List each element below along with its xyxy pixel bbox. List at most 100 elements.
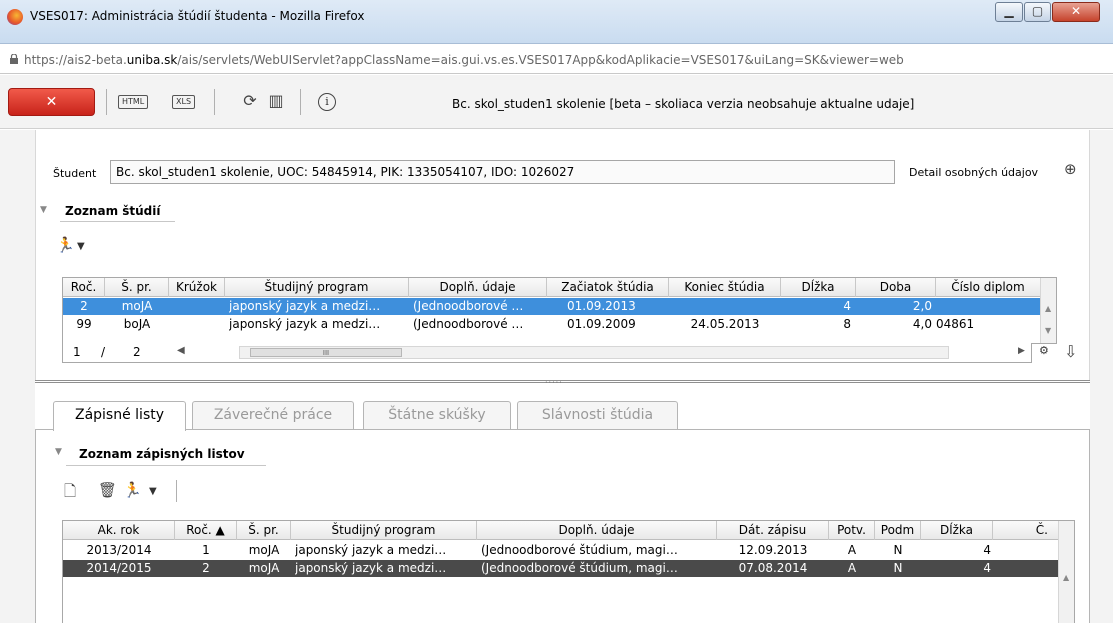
col-header[interactable]: Ak. rok xyxy=(63,521,175,540)
maximize-icon: ▢ xyxy=(1031,4,1044,18)
col-header[interactable]: Študijný program xyxy=(291,521,477,540)
table-row[interactable]: 2014/2015 2 moJA japonský jazyk a medzi…… xyxy=(63,560,1058,577)
window-title: VSES017: Administrácia štúdií študenta -… xyxy=(30,9,365,23)
run-action-icon[interactable]: 🏃 xyxy=(123,481,142,499)
tab-slavnosti-studia[interactable]: Slávnosti štúdia xyxy=(517,401,678,429)
table-header: Roč. Š. pr. Krúžok Študijný program Dopl… xyxy=(63,278,1040,297)
toolbar-separator xyxy=(106,89,107,115)
cell-extra: (Jednoodborové … xyxy=(413,317,524,331)
tab-statne-skusky[interactable]: Štátne skúšky xyxy=(363,401,511,429)
cell-end: 24.05.2013 xyxy=(690,317,760,331)
run-action-icon[interactable]: 🏃 xyxy=(56,236,75,254)
cell-extra: (Jednoodborové štúdium, magi… xyxy=(481,543,678,557)
maximize-button[interactable]: ▢ xyxy=(1024,2,1051,22)
col-header[interactable]: Š. pr. xyxy=(237,521,291,540)
cell-start: 01.09.2013 xyxy=(567,299,636,313)
trash-icon[interactable]: 🗑 xyxy=(98,481,117,499)
frame-right xyxy=(1090,130,1113,623)
col-header[interactable]: Študijný program xyxy=(225,278,409,297)
export-xls-button[interactable]: XLS xyxy=(172,95,196,109)
scroll-up-icon[interactable]: ▲ xyxy=(1063,573,1069,582)
url-domain: uniba.sk xyxy=(126,53,178,67)
vertical-scrollbar[interactable]: ▲ ▼ xyxy=(1040,278,1056,343)
minimize-button[interactable]: ▁ xyxy=(995,2,1023,22)
scroll-up-icon[interactable]: ▲ xyxy=(1045,304,1051,313)
info-icon[interactable]: i xyxy=(318,93,336,111)
window-close-button[interactable]: ✕ xyxy=(1052,2,1100,22)
zoom-in-icon[interactable]: ⊕ xyxy=(1064,160,1077,178)
student-field[interactable]: Bc. skol_studen1 skolenie, UOC: 54845914… xyxy=(110,160,895,184)
add-document-icon[interactable]: 🗋 xyxy=(64,481,76,506)
col-header[interactable]: Č. xyxy=(993,521,1058,540)
frame-left xyxy=(0,130,35,623)
enrollment-table: Ak. rok Roč. ▲ Š. pr. Študijný program D… xyxy=(62,520,1075,623)
table-row[interactable]: 2 moJA japonský jazyk a medzi… (Jednoodb… xyxy=(63,298,1040,315)
splitter-grip-icon[interactable]: ····· xyxy=(545,378,563,387)
cell-roc: 2 xyxy=(80,299,88,313)
scroll-right-icon[interactable]: ▶ xyxy=(1018,346,1025,356)
tab-zapisne-listy[interactable]: Zápisné listy xyxy=(53,401,186,431)
refresh-icon[interactable]: ⟳ xyxy=(240,91,260,111)
cell-roc: 2 xyxy=(202,561,210,575)
collapse-triangle-icon[interactable]: ▼ xyxy=(55,447,62,457)
col-header[interactable]: Dĺžka xyxy=(921,521,993,540)
cell-start: 01.09.2009 xyxy=(567,317,636,331)
scroll-down-icon[interactable]: ▼ xyxy=(1045,326,1051,335)
scroll-thumb[interactable]: III xyxy=(250,348,402,357)
minimize-icon: ▁ xyxy=(1004,4,1014,18)
horizontal-scrollbar[interactable]: III xyxy=(239,346,949,359)
tab-zaverecne-prace[interactable]: Záverečné práce xyxy=(192,401,354,429)
col-header[interactable]: Dát. zápisu xyxy=(717,521,829,540)
cell-program: japonský jazyk a medzi… xyxy=(229,299,381,313)
arrow-down-icon[interactable]: ⇩ xyxy=(1064,342,1077,361)
studies-section-title: Zoznam štúdií xyxy=(65,204,161,218)
cell-program-code: moJA xyxy=(121,299,153,313)
cell-roc: 99 xyxy=(76,317,92,331)
cell-kruzok xyxy=(169,316,225,333)
col-header[interactable]: Dĺžka xyxy=(781,278,856,297)
cell-number xyxy=(993,542,1058,559)
cell-program: japonský jazyk a medzi… xyxy=(295,561,447,575)
col-header[interactable]: Doba xyxy=(856,278,936,297)
collapse-triangle-icon[interactable]: ▼ xyxy=(40,205,47,215)
url-text: https://ais2-beta.uniba.sk/ais/servlets/… xyxy=(24,53,904,67)
col-header[interactable]: Krúžok xyxy=(169,278,225,297)
col-header[interactable]: Roč. ▲ xyxy=(175,521,237,540)
cell-length: 4 xyxy=(983,561,991,575)
table-row[interactable]: 2013/2014 1 moJA japonský jazyk a medzi…… xyxy=(63,542,1058,559)
gear-icon[interactable]: ⚙ xyxy=(1039,344,1049,357)
cell-length: 8 xyxy=(843,317,851,331)
chevron-down-icon[interactable]: ▼ xyxy=(77,241,85,252)
user-info-text: Bc. skol_studen1 skolenie [beta – skolia… xyxy=(452,97,915,111)
col-header[interactable]: Potv. xyxy=(829,521,875,540)
grid-chart-icon[interactable]: ▥ xyxy=(266,91,286,111)
export-html-button[interactable]: HTML xyxy=(118,95,149,109)
detail-personal-data-link[interactable]: Detail osobných údajov xyxy=(909,166,1038,179)
student-label: Študent xyxy=(53,167,97,180)
toolbar-separator xyxy=(300,89,301,115)
col-header[interactable]: Doplň. údaje xyxy=(409,278,547,297)
cell-duration: 4,0 xyxy=(912,317,932,331)
table-row[interactable]: 99 boJA japonský jazyk a medzi… (Jednood… xyxy=(63,316,1040,333)
cell-roc: 1 xyxy=(202,543,210,557)
col-header[interactable]: Začiatok štúdia xyxy=(547,278,669,297)
cell-program-code: moJA xyxy=(248,543,280,557)
close-icon: ✕ xyxy=(1070,4,1082,18)
col-header[interactable]: Š. pr. xyxy=(105,278,169,297)
scroll-left-icon[interactable]: ◀ xyxy=(177,345,185,356)
cell-number xyxy=(993,560,1058,577)
cell-conditional: N xyxy=(893,561,903,575)
cell-length: 4 xyxy=(983,543,991,557)
app-close-button[interactable]: ✕ xyxy=(8,88,95,116)
col-header[interactable]: Podm xyxy=(875,521,921,540)
pager-total: 2 xyxy=(133,345,141,359)
col-header[interactable]: Roč. xyxy=(63,278,105,297)
address-bar[interactable]: https://ais2-beta.uniba.sk/ais/servlets/… xyxy=(0,46,1113,74)
col-header[interactable]: Doplň. údaje xyxy=(477,521,717,540)
chevron-down-icon[interactable]: ▼ xyxy=(149,486,157,497)
cell-extra: (Jednoodborové štúdium, magi… xyxy=(481,561,678,575)
col-header[interactable]: Číslo diplom xyxy=(936,278,1040,297)
vertical-scrollbar[interactable]: ▲ xyxy=(1058,521,1074,623)
pager-current[interactable]: 1 xyxy=(73,345,81,359)
col-header[interactable]: Koniec štúdia xyxy=(669,278,781,297)
